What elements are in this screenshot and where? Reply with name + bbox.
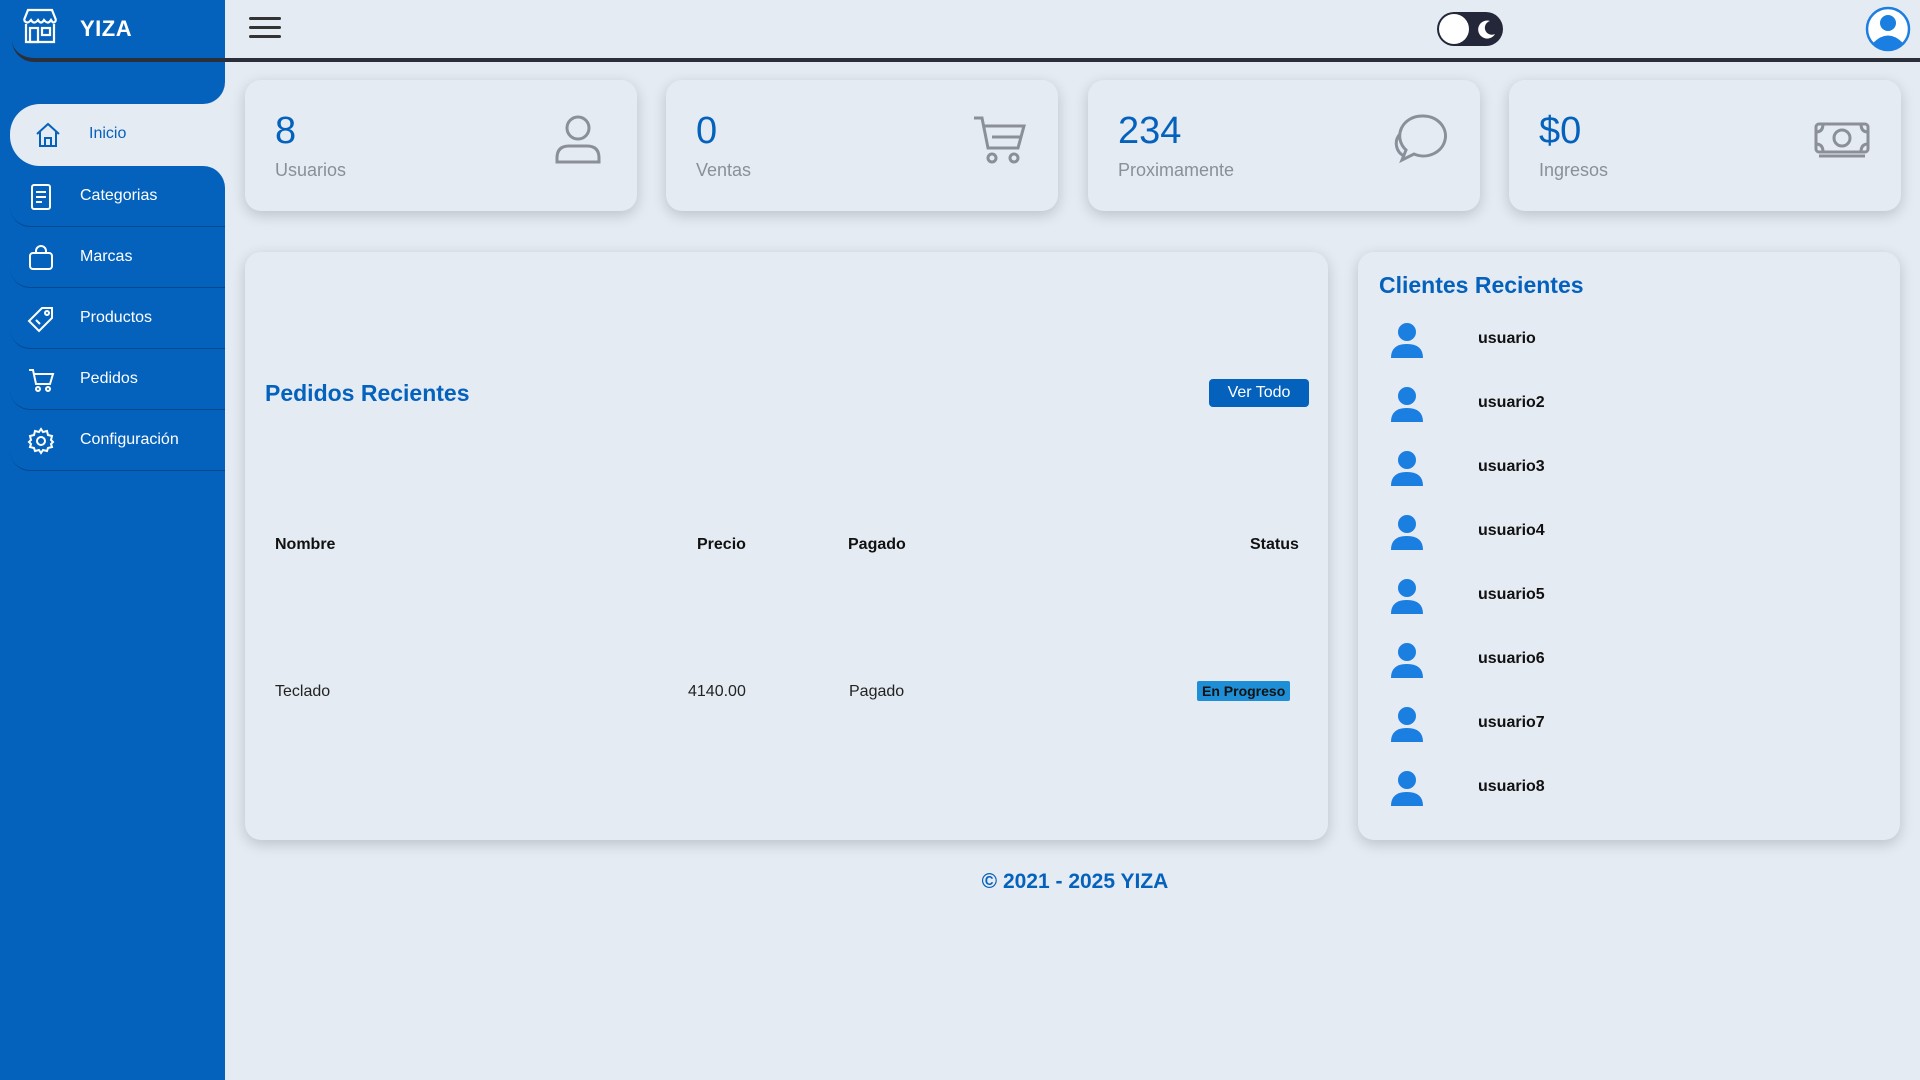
client-name: usuario4: [1478, 522, 1545, 539]
cart-icon: [29, 369, 55, 392]
stat-label: Proximamente: [1118, 160, 1235, 180]
stat-value: $0: [1539, 110, 1582, 152]
order-price: 4140.00: [688, 683, 746, 700]
dark-mode-toggle[interactable]: [1437, 12, 1503, 46]
client-name: usuario5: [1478, 586, 1545, 603]
footer-text: © 2021 - 2025 YIZA: [981, 870, 1169, 893]
moon-icon: [1478, 20, 1495, 39]
client-name: usuario3: [1478, 458, 1545, 475]
stat-value: 0: [696, 110, 718, 152]
user-icon: [555, 115, 601, 164]
sidebar-item-productos[interactable]: Productos: [10, 288, 225, 349]
topbar: [225, 0, 1920, 62]
stat-card-ingresos: $0 Ingresos: [1509, 80, 1901, 211]
brand-header: YIZA: [12, 0, 225, 62]
store-icon: [22, 8, 58, 44]
home-icon: [36, 122, 60, 147]
user-icon: [1391, 579, 1423, 614]
user-avatar-icon[interactable]: [1865, 6, 1911, 52]
sidebar-item-label: Inicio: [89, 125, 127, 142]
client-name: usuario7: [1478, 714, 1545, 731]
column-header-precio: Precio: [697, 536, 746, 553]
clients-title: Clientes Recientes: [1379, 272, 1584, 298]
sidebar-item-configuracion[interactable]: Configuración: [10, 410, 225, 471]
stat-card-proximamente: 234 Proximamente: [1088, 80, 1480, 211]
user-icon: [1391, 771, 1423, 806]
order-paid: Pagado: [849, 683, 905, 700]
active-curve-top: [185, 64, 225, 104]
tag-icon: [27, 307, 53, 333]
list-item[interactable]: usuario4: [1388, 510, 1868, 554]
recent-orders-panel: Pedidos Recientes Ver Todo Nombre Precio…: [245, 252, 1328, 840]
stat-value: 8: [275, 110, 297, 152]
toggle-knob: [1439, 14, 1469, 44]
list-item[interactable]: usuario5: [1388, 574, 1868, 618]
column-header-pagado: Pagado: [848, 536, 906, 553]
sidebar-item-label: Categorias: [80, 187, 158, 204]
user-icon: [1391, 451, 1423, 486]
recent-clients-panel: Clientes Recientes usuario usuario2 usua…: [1358, 252, 1900, 840]
orders-title: Pedidos Recientes: [265, 380, 470, 406]
client-name: usuario: [1478, 330, 1536, 347]
user-icon: [1391, 387, 1423, 422]
column-header-nombre: Nombre: [275, 536, 336, 553]
list-item[interactable]: usuario6: [1388, 638, 1868, 682]
hamburger-icon[interactable]: [249, 17, 281, 41]
sidebar-item-inicio[interactable]: Inicio: [10, 104, 225, 166]
sidebar-item-marcas[interactable]: Marcas: [10, 227, 225, 288]
user-icon: [1391, 515, 1423, 550]
bag-icon: [29, 245, 53, 270]
list-item[interactable]: usuario2: [1388, 382, 1868, 426]
sidebar-item-label: Configuración: [80, 431, 179, 448]
client-name: usuario6: [1478, 650, 1545, 667]
chat-icon: [1394, 114, 1447, 164]
list-item[interactable]: usuario7: [1388, 702, 1868, 746]
sidebar-item-label: Pedidos: [80, 370, 138, 387]
list-item[interactable]: usuario3: [1388, 446, 1868, 490]
list-item[interactable]: usuario8: [1388, 766, 1868, 810]
sidebar-item-label: Productos: [80, 309, 153, 326]
cart-icon: [974, 116, 1026, 164]
sidebar-item-categorias[interactable]: Categorias: [10, 166, 225, 227]
footer: © 2021 - 2025 YIZA: [240, 860, 1910, 904]
user-icon: [1391, 643, 1423, 678]
stat-label: Ingresos: [1539, 160, 1609, 180]
status-badge: En Progreso: [1197, 681, 1291, 701]
brand-name: YIZA: [80, 16, 133, 41]
stat-value: 234: [1118, 110, 1182, 152]
view-all-button[interactable]: Ver Todo: [1209, 379, 1309, 407]
stat-label: Usuarios: [275, 160, 347, 180]
column-header-status: Status: [1250, 536, 1299, 553]
list-item[interactable]: usuario: [1388, 318, 1868, 362]
sidebar-item-label: Marcas: [80, 248, 133, 265]
sidebar: YIZA Inicio Categorias Marcas Productos …: [0, 0, 225, 1080]
document-icon: [31, 184, 51, 210]
money-icon: [1814, 122, 1870, 158]
user-icon: [1391, 707, 1423, 742]
user-icon: [1391, 323, 1423, 358]
client-name: usuario2: [1478, 394, 1545, 411]
client-name: usuario8: [1478, 778, 1545, 795]
sidebar-item-pedidos[interactable]: Pedidos: [10, 349, 225, 410]
stat-card-usuarios: 8 Usuarios: [245, 80, 637, 211]
stat-card-ventas: 0 Ventas: [666, 80, 1058, 211]
gear-icon: [27, 427, 55, 455]
order-name: Teclado: [275, 683, 331, 700]
stat-label: Ventas: [696, 160, 752, 180]
